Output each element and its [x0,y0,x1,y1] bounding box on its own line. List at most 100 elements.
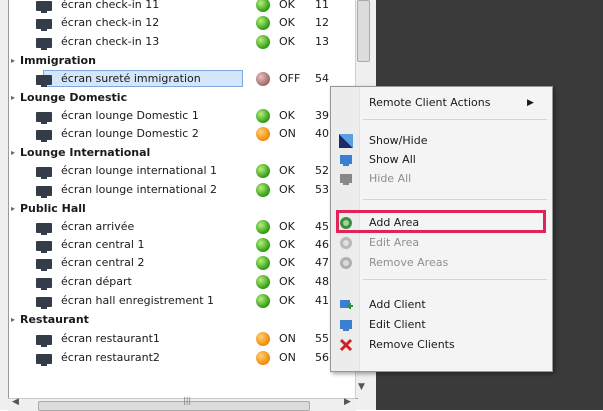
status-text: OK [279,16,295,29]
monitor-icon [36,354,52,366]
tree-client-row[interactable]: écran lounge Domestic 2 ON 40 [9,125,357,143]
client-name: écran check-in 12 [61,16,160,29]
expand-arrow-icon[interactable]: ▸ [11,89,15,107]
client-id: 45 [315,220,329,233]
tree-client-row[interactable]: écran lounge international 1 OK 52 [9,162,357,180]
expand-arrow-icon[interactable]: ▸ [11,52,15,70]
tree-client-row[interactable]: écran lounge Domestic 1 OK 39 [9,107,357,125]
monitor-icon [36,75,52,87]
edit-area-icon [339,236,353,250]
show-hide-icon [339,134,353,148]
expand-arrow-icon[interactable]: ▸ [11,144,15,162]
monitor-icon [36,1,52,13]
menu-item-show-hide[interactable]: Show/Hide [331,131,552,151]
tree-group-row[interactable]: ▸ Lounge International [9,144,357,162]
tree-client-row[interactable]: écran arrivée OK 45 [9,218,357,236]
menu-item-show-all[interactable]: Show All [331,150,552,170]
tree-client-row[interactable]: écran central 2 OK 47 [9,254,357,272]
remove-areas-icon [339,256,353,270]
menu-separator [363,119,547,120]
status-dot-icon [256,332,270,346]
expand-arrow-icon[interactable]: ▸ [11,311,15,329]
tree-client-row[interactable]: écran sureté immigration OFF 54 [9,70,357,88]
menu-item-edit-area[interactable]: Edit Area [331,233,552,253]
tree-client-row[interactable]: écran hall enregistrement 1 OK 41 [9,292,357,310]
tree-client-row[interactable]: écran restaurant1 ON 55 [9,330,357,348]
client-id: 53 [315,183,329,196]
status-dot-icon [256,16,270,30]
menu-item-remote-client-actions[interactable]: Remote Client Actions ▶ [331,93,552,113]
add-client-icon [339,298,353,312]
client-tree[interactable]: écran check-in 11 OK 11 écran check-in 12 OK… [8,0,358,399]
client-id: 11 [315,0,329,11]
client-name: écran restaurant1 [61,332,160,345]
status-dot-icon [256,294,270,308]
menu-item-label: Remote Client Actions [369,96,491,109]
menu-item-remove-areas[interactable]: Remove Areas [331,253,552,273]
client-name: écran lounge international 1 [61,164,218,177]
group-label: Public Hall [20,202,86,215]
status-text: OK [279,294,295,307]
tree-client-row[interactable]: écran lounge international 2 OK 53 [9,181,357,199]
vertical-scroll-thumb[interactable] [357,0,370,62]
scroll-right-arrow-icon[interactable]: ▶ [344,397,351,407]
menu-separator [363,279,547,280]
status-text: OK [279,35,295,48]
monitor-icon [36,19,52,31]
monitor-icon [36,112,52,124]
status-dot-icon [256,275,270,289]
status-text: ON [279,351,296,364]
status-dot-icon [256,220,270,234]
client-panel: écran check-in 11 OK 11 écran check-in 12 OK… [0,0,376,411]
tree-group-row[interactable]: ▸ Public Hall [9,200,357,218]
status-text: OK [279,109,295,122]
monitor-icon [36,130,52,142]
client-name: écran sureté immigration [61,72,201,85]
status-dot-icon [256,72,270,86]
status-text: OK [279,183,295,196]
tree-client-row[interactable]: écran central 1 OK 46 [9,236,357,254]
menu-item-hide-all[interactable]: Hide All [331,169,552,189]
tree-client-row[interactable]: écran check-in 12 OK 12 [9,14,357,32]
expand-arrow-icon[interactable]: ▸ [11,200,15,218]
client-id: 12 [315,16,329,29]
client-name: écran central 1 [61,238,145,251]
client-id: 48 [315,275,329,288]
tree-client-row[interactable]: écran check-in 11 OK 11 [9,0,357,14]
tree-client-row[interactable]: écran départ OK 48 [9,273,357,291]
tree-group-row[interactable]: ▸ Lounge Domestic [9,89,357,107]
status-dot-icon [256,256,270,270]
edit-client-icon [339,318,353,332]
tree-group-row[interactable]: ▸ Restaurant [9,311,357,329]
horizontal-scrollbar[interactable]: ◀ ||| ▶ [8,396,356,411]
tree-group-row[interactable]: ▸ Immigration [9,52,357,70]
status-text: OK [279,220,295,233]
status-text: ON [279,127,296,140]
monitor-icon [36,335,52,347]
menu-item-label: Add Client [369,298,426,311]
client-name: écran arrivée [61,220,135,233]
menu-item-edit-client[interactable]: Edit Client [331,315,552,335]
menu-separator [363,199,547,200]
menu-item-label: Remove Clients [369,338,455,351]
add-area-highlight-box [336,210,546,233]
submenu-arrow-icon: ▶ [527,98,534,108]
monitor-icon [36,186,52,198]
scroll-left-arrow-icon[interactable]: ◀ [12,397,19,407]
monitor-icon [36,167,52,179]
menu-item-add-client[interactable]: Add Client [331,295,552,315]
hide-all-icon [339,172,353,186]
remove-clients-icon [339,338,353,352]
status-dot-icon [256,0,270,12]
monitor-icon [36,241,52,253]
tree-client-row[interactable]: écran restaurant2 ON 56 [9,349,357,367]
status-dot-icon [256,164,270,178]
show-all-icon [339,153,353,167]
client-id: 39 [315,109,329,122]
client-id: 41 [315,294,329,307]
tree-client-row[interactable]: écran check-in 13 OK 13 [9,33,357,51]
scroll-down-arrow-icon[interactable]: ▼ [358,382,365,392]
menu-item-remove-clients[interactable]: Remove Clients [331,335,552,355]
monitor-icon [36,259,52,271]
menu-item-label: Hide All [369,172,412,185]
